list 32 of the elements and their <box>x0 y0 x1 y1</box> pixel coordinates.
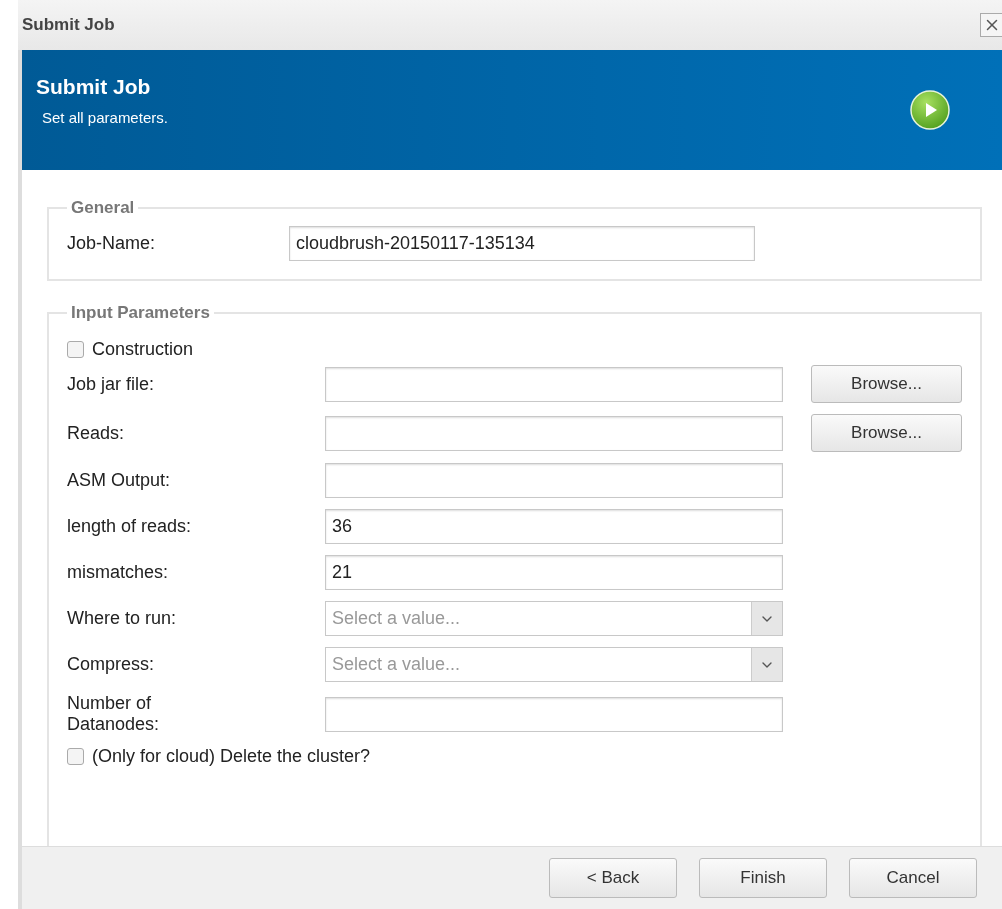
text-field[interactable] <box>325 696 783 732</box>
field-label: length of reads: <box>67 516 193 537</box>
window-title: Submit Job <box>22 15 115 35</box>
dialog-button[interactable]: < Back <box>549 858 677 898</box>
close-button[interactable] <box>980 13 1002 37</box>
checkbox[interactable] <box>67 748 84 765</box>
text-field[interactable]: 36 <box>325 509 783 544</box>
text-field[interactable] <box>325 415 783 451</box>
group-legend: Input Parameters <box>67 303 214 323</box>
field-label: Compress: <box>67 654 156 675</box>
checkbox[interactable] <box>67 341 84 358</box>
text-field[interactable] <box>325 463 783 498</box>
checkbox-label: Construction <box>92 339 194 360</box>
text-field[interactable] <box>325 366 783 402</box>
header-title: Submit Job <box>36 74 152 99</box>
header-subtitle: Set all parameters. <box>41 108 168 126</box>
field-label: Where to run: <box>67 608 178 629</box>
field-label: mismatches: <box>67 562 170 583</box>
browse-button[interactable]: Browse... <box>811 414 962 452</box>
field-label: Number of Datanodes: <box>67 693 161 735</box>
field-label: Job jar file: <box>67 373 156 395</box>
dialog-button[interactable]: Finish <box>699 858 827 898</box>
checkbox-label: (Only for cloud) Delete the cluster? <box>92 746 371 767</box>
field-label: ASM Output: <box>67 470 172 491</box>
group-legend: General <box>67 198 139 218</box>
field-label: Job-Name: <box>67 233 157 254</box>
text-field[interactable]: cloudbrush-20150117-135134 <box>289 226 755 261</box>
text-field[interactable]: 21 <box>325 555 783 590</box>
dialog-button[interactable]: Cancel <box>849 858 977 898</box>
play-icon <box>910 90 950 130</box>
browse-button[interactable]: Browse... <box>811 365 962 403</box>
field-label: Reads: <box>67 422 126 444</box>
